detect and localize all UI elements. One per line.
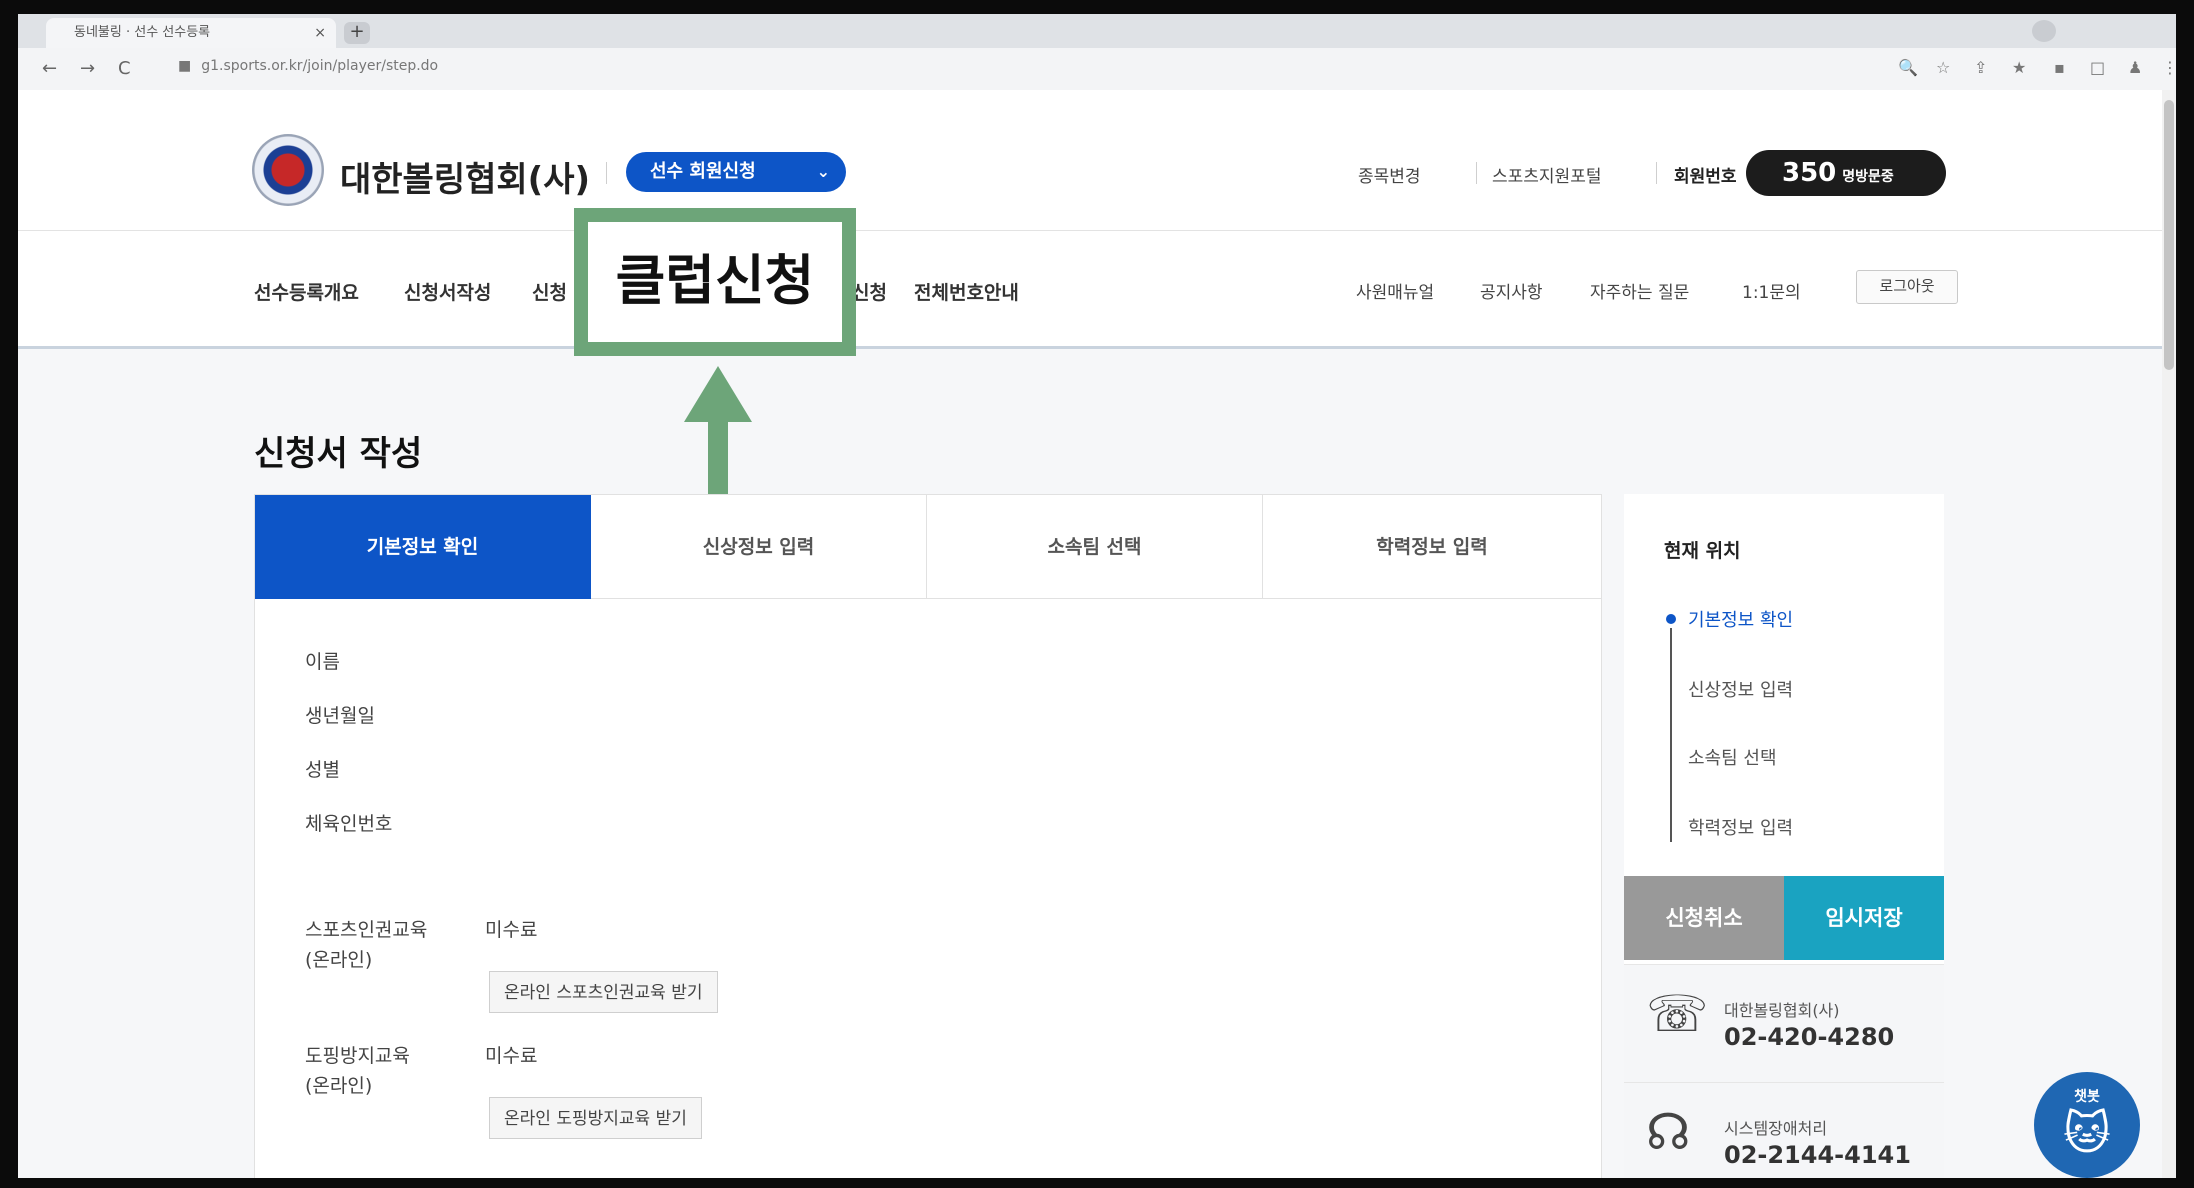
screen-frame bbox=[0, 0, 2194, 1188]
